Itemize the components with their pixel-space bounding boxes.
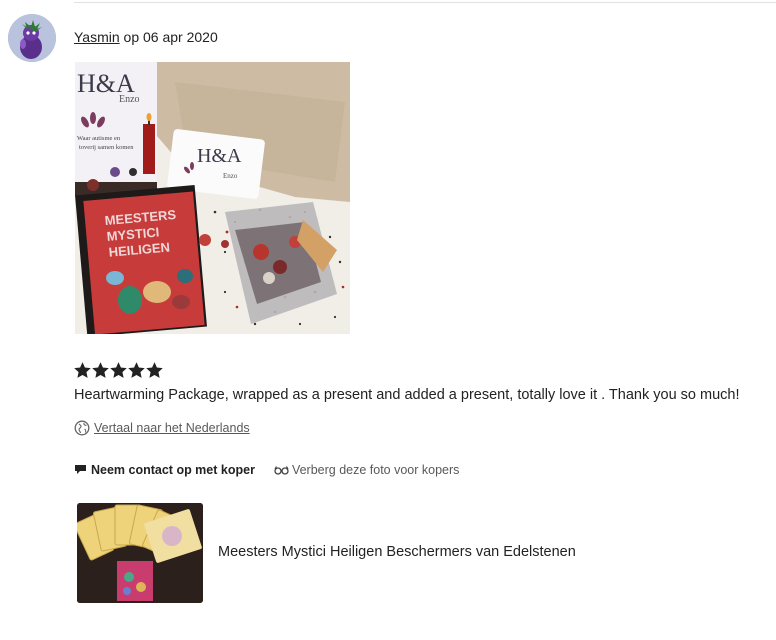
review-photo[interactable]: H&A Enzo Waar autisme en toverij samen k… bbox=[75, 62, 350, 334]
glasses-icon bbox=[274, 466, 289, 475]
product-title-link[interactable]: Meesters Mystici Heiligen Beschermers va… bbox=[218, 544, 576, 560]
card-logo-text: H&A bbox=[197, 145, 242, 167]
star-icon bbox=[110, 362, 127, 378]
contact-buyer-label: Neem contact op met koper bbox=[91, 463, 255, 477]
review-date: op 06 apr 2020 bbox=[123, 29, 218, 45]
sign-line-2: toverij samen komen bbox=[79, 144, 134, 151]
star-icon bbox=[146, 362, 163, 378]
globe-icon bbox=[74, 420, 90, 436]
translate-link[interactable]: Vertaal naar het Nederlands bbox=[94, 421, 250, 435]
hide-photo-label: Verberg deze foto voor kopers bbox=[291, 463, 460, 477]
reviewer-name-link[interactable]: Yasmin bbox=[74, 29, 120, 45]
sign-line-1: Waar autisme en bbox=[77, 135, 121, 142]
message-flag-icon bbox=[75, 465, 86, 474]
review-actions: Neem contact op met koper Verberg deze f… bbox=[74, 463, 459, 477]
card-name-text: Enzo bbox=[223, 172, 238, 180]
review-meta: Yasmin op 06 apr 2020 bbox=[74, 28, 218, 46]
star-icon bbox=[92, 362, 109, 378]
review-text: Heartwarming Package, wrapped as a prese… bbox=[74, 387, 740, 403]
star-icon bbox=[128, 362, 145, 378]
product-thumbnail-image bbox=[77, 503, 203, 603]
contact-buyer-button[interactable]: Neem contact op met koper bbox=[74, 463, 255, 477]
product-thumbnail[interactable] bbox=[77, 503, 203, 603]
hide-photo-button[interactable]: Verberg deze foto voor kopers bbox=[274, 463, 459, 477]
sign-name-text: Enzo bbox=[119, 94, 140, 105]
review-photo-image: H&A Enzo Waar autisme en toverij samen k… bbox=[75, 62, 350, 334]
avatar-figure-icon bbox=[8, 14, 56, 62]
avatar[interactable] bbox=[8, 14, 56, 62]
top-divider bbox=[74, 2, 776, 3]
translate-row[interactable]: Vertaal naar het Nederlands bbox=[74, 420, 250, 436]
star-rating bbox=[74, 362, 163, 384]
star-icon bbox=[74, 362, 91, 378]
